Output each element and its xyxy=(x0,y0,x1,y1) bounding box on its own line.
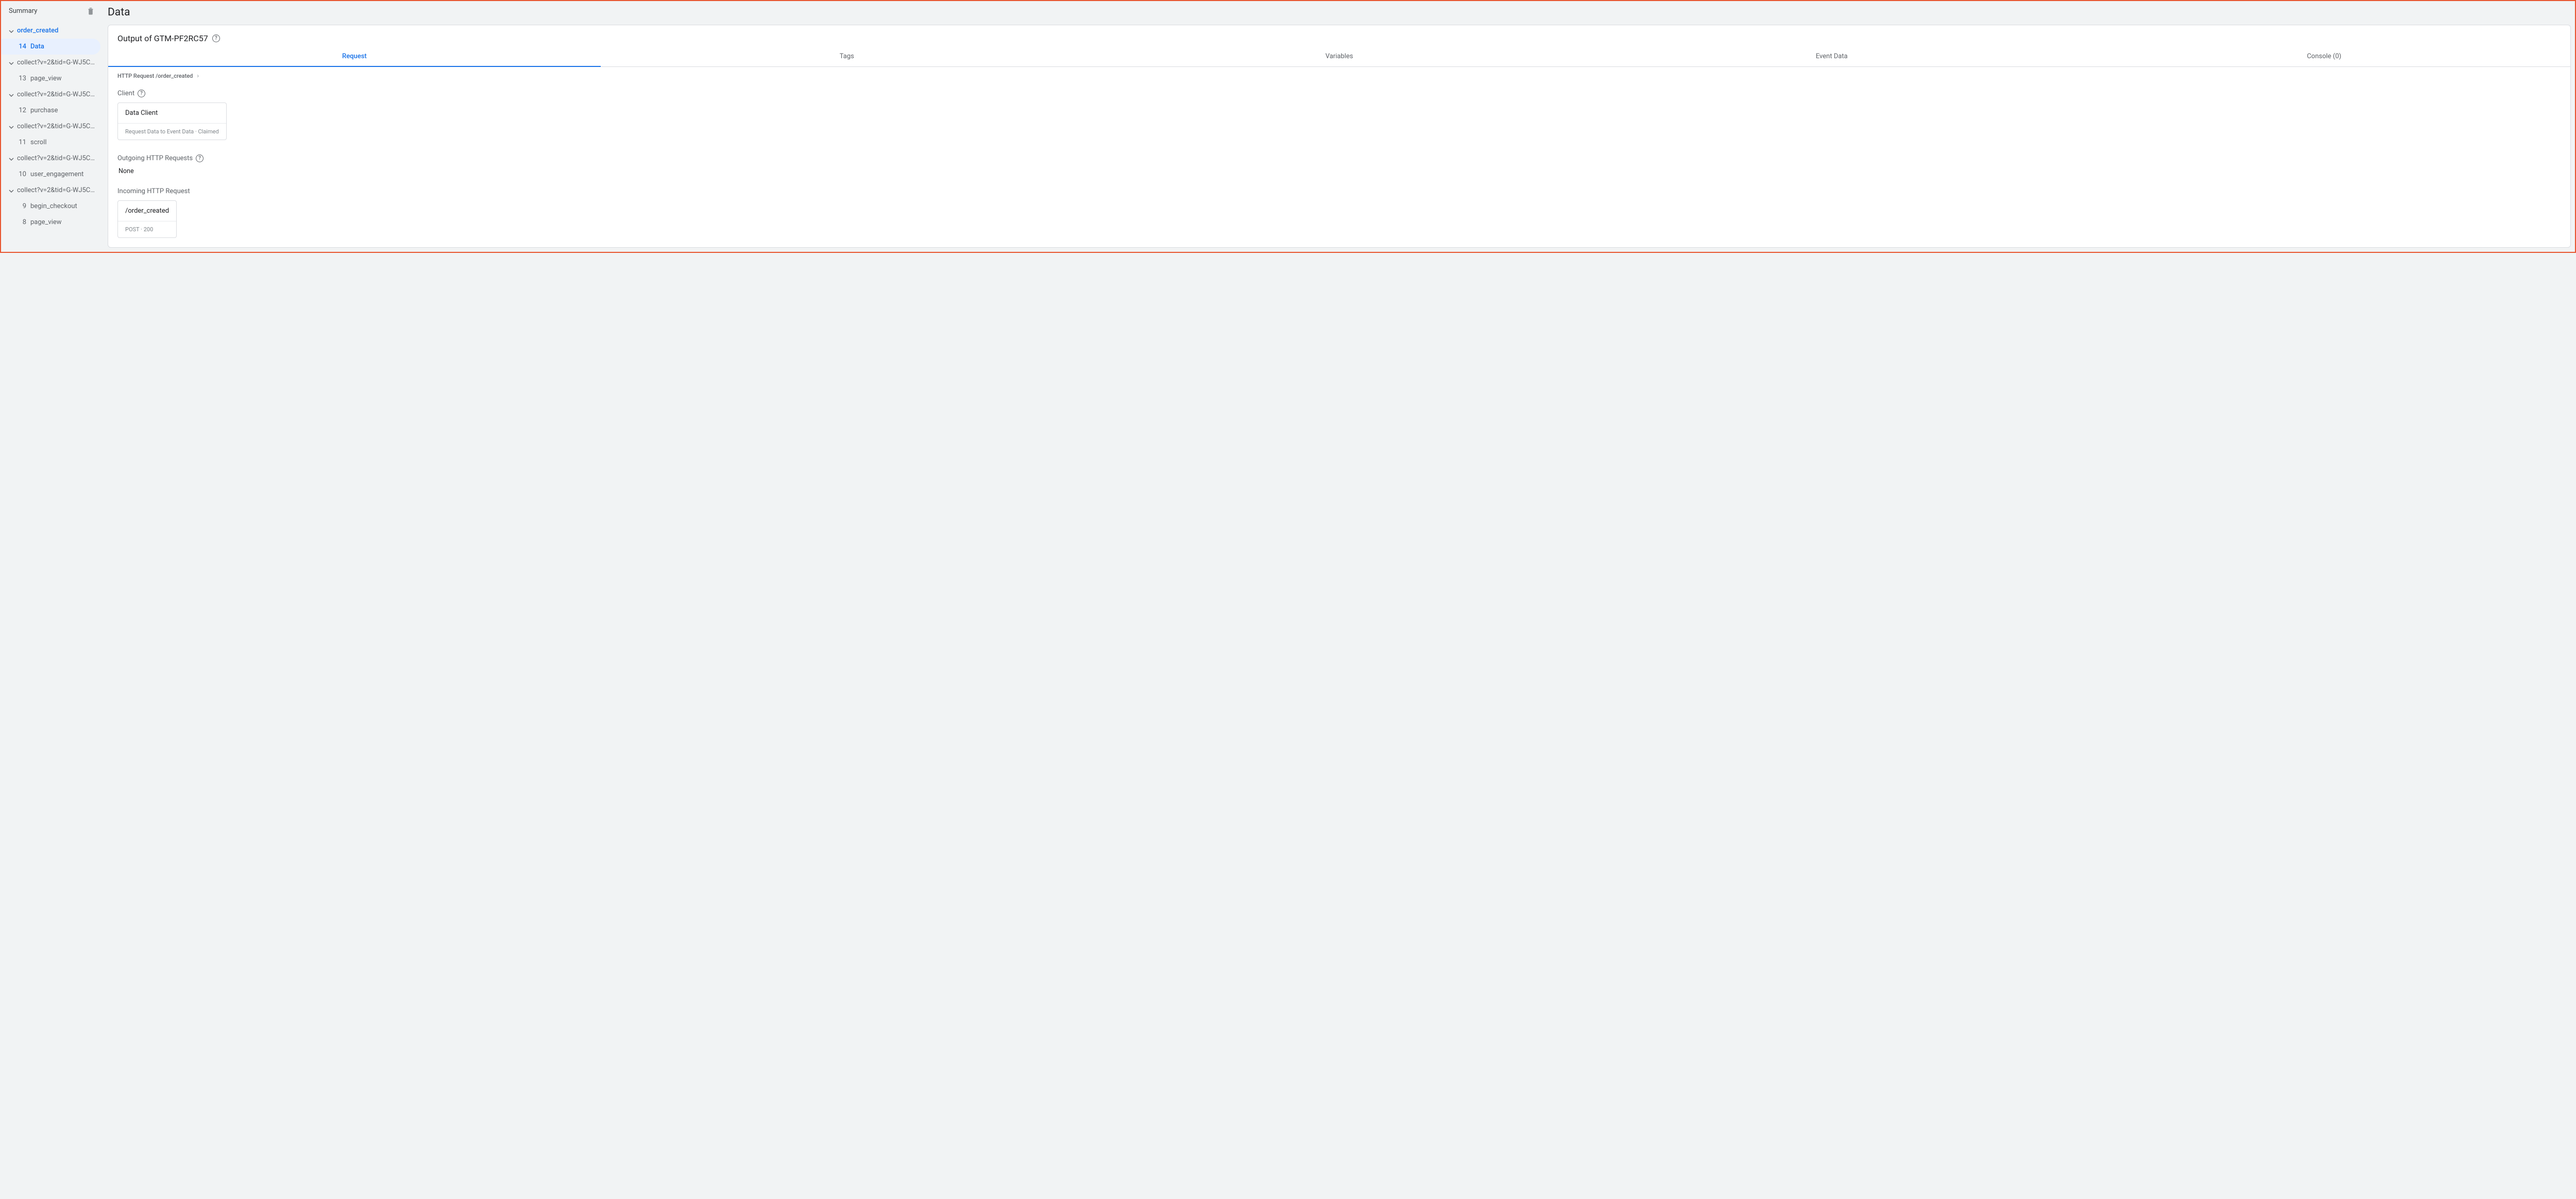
tabs: RequestTagsVariablesEvent DataConsole (0… xyxy=(108,45,2570,67)
help-icon[interactable]: ? xyxy=(212,35,220,42)
sidebar-item-label: Data xyxy=(30,43,44,50)
client-section: Client ? Data Client Request Data to Eve… xyxy=(108,84,2570,149)
sidebar-item-label: scroll xyxy=(30,139,47,146)
client-label: Client xyxy=(117,90,134,97)
chevron-down-icon xyxy=(9,92,14,97)
breadcrumb: HTTP Request /order_created › xyxy=(108,67,2570,84)
chevron-down-icon xyxy=(9,188,14,193)
sidebar-group[interactable]: collect?v=2&tid=G-WJ5CL... xyxy=(1,118,101,134)
chevron-down-icon xyxy=(9,60,14,65)
outgoing-label: Outgoing HTTP Requests xyxy=(117,155,193,162)
chevron-down-icon xyxy=(9,124,14,129)
incoming-card[interactable]: /order_created POST · 200 xyxy=(117,200,177,238)
outgoing-label-row: Outgoing HTTP Requests ? xyxy=(117,155,2561,162)
sidebar-item[interactable]: 13 page_view xyxy=(1,71,100,87)
sidebar-group[interactable]: collect?v=2&tid=G-WJ5CL... xyxy=(1,87,101,102)
sidebar-item-number: 12 xyxy=(17,107,26,114)
summary-row: Summary xyxy=(1,3,101,23)
incoming-section: Incoming HTTP Request /order_created POS… xyxy=(108,182,2570,247)
breadcrumb-text[interactable]: HTTP Request /order_created xyxy=(117,73,193,79)
chevron-right-icon: › xyxy=(197,72,199,79)
sidebar-item-label: begin_checkout xyxy=(30,202,77,210)
sidebar-item-label: page_view xyxy=(30,218,62,226)
summary-label[interactable]: Summary xyxy=(9,7,37,15)
sidebar-group-label: collect?v=2&tid=G-WJ5CL... xyxy=(17,186,97,194)
sidebar-item-number: 10 xyxy=(17,170,26,178)
delete-icon[interactable] xyxy=(86,6,95,15)
sidebar-group-label: collect?v=2&tid=G-WJ5CL... xyxy=(17,155,97,162)
sidebar-group-label: order_created xyxy=(17,27,58,35)
client-card[interactable]: Data Client Request Data to Event Data ·… xyxy=(117,102,227,140)
client-card-title: Data Client xyxy=(118,103,226,123)
sidebar-group[interactable]: collect?v=2&tid=G-WJ5CL... xyxy=(1,182,101,198)
panel-header: Output of GTM-PF2RC57 ? xyxy=(108,25,2570,45)
tab-console-0-[interactable]: Console (0) xyxy=(2078,45,2570,66)
sidebar-item-number: 13 xyxy=(17,75,26,82)
sidebar-item[interactable]: 11 scroll xyxy=(1,134,100,150)
sidebar: Summary order_created 14 Data collect?v=2&t… xyxy=(1,1,101,252)
panel-title: Output of GTM-PF2RC57 xyxy=(117,33,208,43)
sidebar-item-number: 14 xyxy=(17,43,26,50)
tab-event-data[interactable]: Event Data xyxy=(1585,45,2078,66)
client-label-row: Client ? xyxy=(117,90,2561,97)
sidebar-item-number: 11 xyxy=(17,139,26,146)
sidebar-item-label: purchase xyxy=(30,107,58,114)
sidebar-item-label: page_view xyxy=(30,75,62,82)
sidebar-item[interactable]: 14 Data xyxy=(1,39,100,55)
sidebar-group[interactable]: collect?v=2&tid=G-WJ5CL... xyxy=(1,55,101,71)
tab-tags[interactable]: Tags xyxy=(601,45,1093,66)
sidebar-item-label: user_engagement xyxy=(30,170,83,178)
sidebar-item[interactable]: 9 begin_checkout xyxy=(1,198,100,214)
incoming-card-path: /order_created xyxy=(118,201,176,221)
output-panel: Output of GTM-PF2RC57 ? RequestTagsVaria… xyxy=(108,25,2571,248)
tab-request[interactable]: Request xyxy=(108,45,601,66)
incoming-label-row: Incoming HTTP Request xyxy=(117,187,2561,195)
page-title: Data xyxy=(108,6,2571,19)
help-icon[interactable]: ? xyxy=(138,90,145,97)
incoming-label: Incoming HTTP Request xyxy=(117,187,190,195)
outgoing-section: Outgoing HTTP Requests ? None xyxy=(108,149,2570,182)
incoming-card-sub: POST · 200 xyxy=(118,221,176,237)
tab-variables[interactable]: Variables xyxy=(1093,45,1586,66)
sidebar-item-number: 9 xyxy=(17,202,26,210)
help-icon[interactable]: ? xyxy=(196,155,204,162)
outgoing-none: None xyxy=(117,167,2561,175)
sidebar-item-number: 8 xyxy=(17,218,26,226)
sidebar-item[interactable]: 10 user_engagement xyxy=(1,166,100,182)
client-card-subtitle: Request Data to Event Data · Claimed xyxy=(118,123,226,140)
sidebar-group-label: collect?v=2&tid=G-WJ5CL... xyxy=(17,123,97,130)
sidebar-item[interactable]: 12 purchase xyxy=(1,102,100,118)
sidebar-item[interactable]: 8 page_view xyxy=(1,214,100,230)
main-content: Data Output of GTM-PF2RC57 ? RequestTags… xyxy=(101,1,2575,252)
sidebar-group[interactable]: order_created xyxy=(1,23,101,39)
sidebar-group-label: collect?v=2&tid=G-WJ5CL... xyxy=(17,91,97,98)
chevron-down-icon xyxy=(9,156,14,161)
chevron-down-icon xyxy=(9,28,14,33)
sidebar-group-label: collect?v=2&tid=G-WJ5CL... xyxy=(17,59,97,66)
sidebar-group[interactable]: collect?v=2&tid=G-WJ5CL... xyxy=(1,150,101,166)
